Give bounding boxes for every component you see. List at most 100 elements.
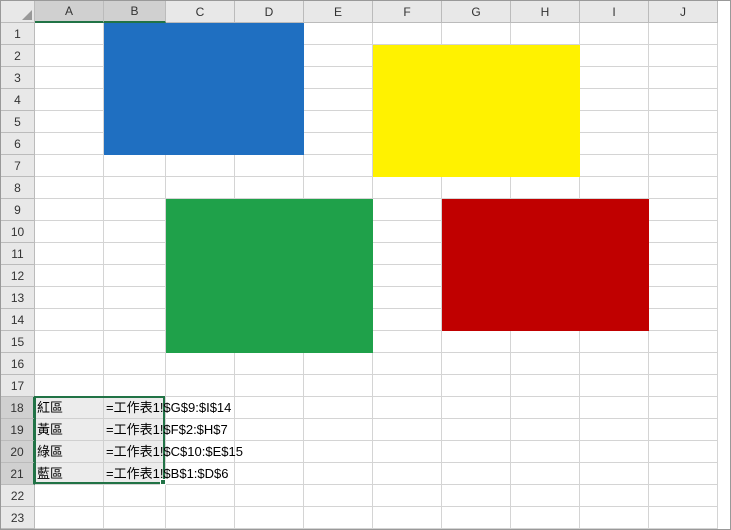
column-header-I[interactable]: I [580, 1, 649, 23]
cell-J3[interactable] [649, 67, 718, 89]
cell-I8[interactable] [580, 177, 649, 199]
cell-J13[interactable] [649, 287, 718, 309]
cell-E20[interactable] [304, 441, 373, 463]
cell-B9[interactable] [104, 199, 166, 221]
cell-C7[interactable] [166, 155, 235, 177]
cell-J23[interactable] [649, 507, 718, 529]
cell-H18[interactable] [511, 397, 580, 419]
cell-D16[interactable] [235, 353, 304, 375]
cell-A1[interactable] [35, 23, 104, 45]
cell-J19[interactable] [649, 419, 718, 441]
cell-F21[interactable] [373, 463, 442, 485]
cell-J9[interactable] [649, 199, 718, 221]
cell-A6[interactable] [35, 133, 104, 155]
row-header-7[interactable]: 7 [1, 155, 35, 177]
cell-A9[interactable] [35, 199, 104, 221]
cell-J10[interactable] [649, 221, 718, 243]
cell-J2[interactable] [649, 45, 718, 67]
cell-H8[interactable] [511, 177, 580, 199]
cell-D17[interactable] [235, 375, 304, 397]
row-header-5[interactable]: 5 [1, 111, 35, 133]
cell-J11[interactable] [649, 243, 718, 265]
cell-D20[interactable] [235, 441, 304, 463]
cell-J5[interactable] [649, 111, 718, 133]
cell-I17[interactable] [580, 375, 649, 397]
cell-C20[interactable] [166, 441, 235, 463]
cell-F16[interactable] [373, 353, 442, 375]
cell-B20[interactable] [104, 441, 166, 463]
row-header-12[interactable]: 12 [1, 265, 35, 287]
cell-A10[interactable] [35, 221, 104, 243]
cell-J21[interactable] [649, 463, 718, 485]
cell-F8[interactable] [373, 177, 442, 199]
cell-B22[interactable] [104, 485, 166, 507]
grid[interactable]: 紅區=工作表1!$G$9:$I$14黃區=工作表1!$F$2:$H$7綠區=工作… [35, 23, 718, 529]
yellow-rect[interactable] [373, 45, 580, 177]
cell-J4[interactable] [649, 89, 718, 111]
cell-B8[interactable] [104, 177, 166, 199]
cell-J7[interactable] [649, 155, 718, 177]
cell-B7[interactable] [104, 155, 166, 177]
cell-A5[interactable] [35, 111, 104, 133]
cell-G19[interactable] [442, 419, 511, 441]
cell-I7[interactable] [580, 155, 649, 177]
row-header-22[interactable]: 22 [1, 485, 35, 507]
cell-D8[interactable] [235, 177, 304, 199]
cell-E7[interactable] [304, 155, 373, 177]
row-header-4[interactable]: 4 [1, 89, 35, 111]
cell-H17[interactable] [511, 375, 580, 397]
cell-C16[interactable] [166, 353, 235, 375]
cell-D23[interactable] [235, 507, 304, 529]
cell-A13[interactable] [35, 287, 104, 309]
column-header-H[interactable]: H [511, 1, 580, 23]
cell-F1[interactable] [373, 23, 442, 45]
cell-E21[interactable] [304, 463, 373, 485]
row-header-10[interactable]: 10 [1, 221, 35, 243]
column-header-A[interactable]: A [35, 1, 104, 23]
column-header-C[interactable]: C [166, 1, 235, 23]
cell-I19[interactable] [580, 419, 649, 441]
cell-J17[interactable] [649, 375, 718, 397]
cell-E17[interactable] [304, 375, 373, 397]
cell-E2[interactable] [304, 45, 373, 67]
cell-B19[interactable] [104, 419, 166, 441]
column-header-G[interactable]: G [442, 1, 511, 23]
cell-E23[interactable] [304, 507, 373, 529]
cell-F22[interactable] [373, 485, 442, 507]
cell-G1[interactable] [442, 23, 511, 45]
cell-B18[interactable] [104, 397, 166, 419]
cell-J18[interactable] [649, 397, 718, 419]
cell-E6[interactable] [304, 133, 373, 155]
cell-B11[interactable] [104, 243, 166, 265]
cell-B14[interactable] [104, 309, 166, 331]
cell-J1[interactable] [649, 23, 718, 45]
cell-H21[interactable] [511, 463, 580, 485]
cell-B23[interactable] [104, 507, 166, 529]
cell-F11[interactable] [373, 243, 442, 265]
cell-F13[interactable] [373, 287, 442, 309]
cell-C17[interactable] [166, 375, 235, 397]
cell-A8[interactable] [35, 177, 104, 199]
cell-C22[interactable] [166, 485, 235, 507]
cell-I22[interactable] [580, 485, 649, 507]
cell-F19[interactable] [373, 419, 442, 441]
cell-H19[interactable] [511, 419, 580, 441]
row-header-8[interactable]: 8 [1, 177, 35, 199]
cell-B12[interactable] [104, 265, 166, 287]
row-header-13[interactable]: 13 [1, 287, 35, 309]
cell-D19[interactable] [235, 419, 304, 441]
cell-F10[interactable] [373, 221, 442, 243]
row-header-16[interactable]: 16 [1, 353, 35, 375]
cell-A18[interactable] [35, 397, 104, 419]
cell-G16[interactable] [442, 353, 511, 375]
cell-I16[interactable] [580, 353, 649, 375]
cell-J8[interactable] [649, 177, 718, 199]
cell-I18[interactable] [580, 397, 649, 419]
cell-I23[interactable] [580, 507, 649, 529]
cell-J12[interactable] [649, 265, 718, 287]
cell-C18[interactable] [166, 397, 235, 419]
cell-A14[interactable] [35, 309, 104, 331]
cell-D18[interactable] [235, 397, 304, 419]
row-header-9[interactable]: 9 [1, 199, 35, 221]
cell-D7[interactable] [235, 155, 304, 177]
